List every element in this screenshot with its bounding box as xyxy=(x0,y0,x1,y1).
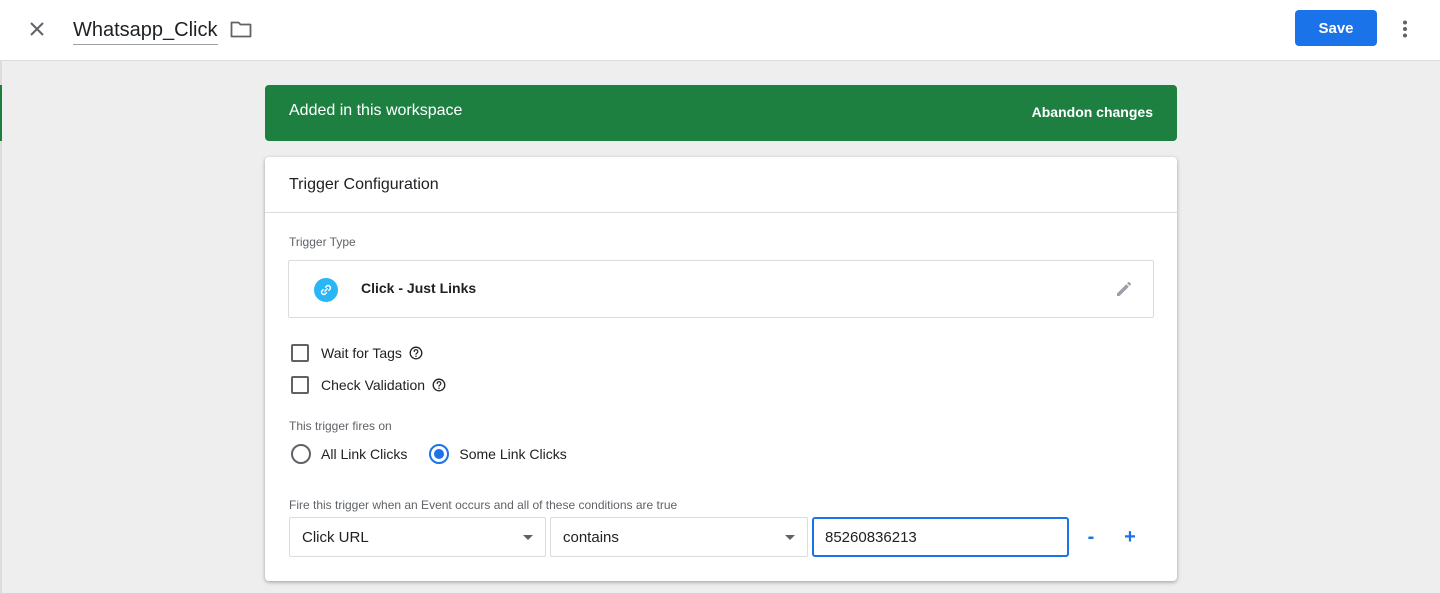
wait-for-tags-label[interactable]: Wait for Tags xyxy=(321,345,402,361)
card-title: Trigger Configuration xyxy=(265,157,1177,213)
conditions-label: Fire this trigger when an Event occurs a… xyxy=(289,498,678,512)
more-options-button[interactable] xyxy=(1392,16,1418,42)
close-icon xyxy=(30,22,44,36)
banner-text: Added in this workspace xyxy=(289,102,463,119)
fires-on-radio-group: All Link Clicks Some Link Clicks xyxy=(291,443,567,465)
left-panel-marker xyxy=(0,85,2,141)
wait-for-tags-checkbox[interactable] xyxy=(291,344,309,362)
workspace-status-banner: Added in this workspace Abandon changes xyxy=(265,85,1177,141)
condition-operator-select[interactable]: contains xyxy=(550,517,808,557)
folder-icon xyxy=(230,21,252,38)
link-icon xyxy=(314,278,338,302)
trigger-type-label: Trigger Type xyxy=(289,235,356,249)
all-link-clicks-option[interactable]: All Link Clicks xyxy=(291,444,407,464)
some-link-clicks-radio[interactable] xyxy=(429,444,450,464)
some-link-clicks-label[interactable]: Some Link Clicks xyxy=(459,446,566,462)
check-validation-label[interactable]: Check Validation xyxy=(321,377,425,393)
all-link-clicks-radio[interactable] xyxy=(291,444,311,464)
condition-variable-value: Click URL xyxy=(302,528,369,546)
condition-value-text: 85260836213 xyxy=(825,528,917,546)
close-button[interactable] xyxy=(22,14,52,44)
check-validation-option: Check Validation xyxy=(291,375,446,395)
trigger-type-selector[interactable]: Click - Just Links xyxy=(288,260,1154,318)
add-condition-button[interactable]: + xyxy=(1118,525,1142,549)
condition-value-input[interactable]: 85260836213 xyxy=(812,517,1069,557)
all-link-clicks-label[interactable]: All Link Clicks xyxy=(321,446,407,462)
abandon-changes-button[interactable]: Abandon changes xyxy=(1032,104,1153,120)
edit-icon[interactable] xyxy=(1113,278,1135,300)
wait-for-tags-option: Wait for Tags xyxy=(291,343,423,363)
check-validation-checkbox[interactable] xyxy=(291,376,309,394)
condition-operator-value: contains xyxy=(563,528,619,546)
remove-condition-button[interactable]: - xyxy=(1079,525,1103,549)
help-icon[interactable] xyxy=(432,378,446,392)
some-link-clicks-option[interactable]: Some Link Clicks xyxy=(429,444,567,464)
dropdown-arrow-icon xyxy=(523,535,533,540)
help-icon[interactable] xyxy=(409,346,423,360)
top-bar: Whatsapp_Click Save xyxy=(0,0,1440,61)
trigger-type-name: Click - Just Links xyxy=(361,280,477,296)
more-vert-icon xyxy=(1403,20,1407,38)
save-button[interactable]: Save xyxy=(1295,10,1377,46)
condition-variable-select[interactable]: Click URL xyxy=(289,517,546,557)
trigger-name-input[interactable]: Whatsapp_Click xyxy=(73,15,218,45)
folder-button[interactable] xyxy=(229,17,253,41)
dropdown-arrow-icon xyxy=(785,535,795,540)
fires-on-label: This trigger fires on xyxy=(289,419,392,433)
trigger-configuration-card: Trigger Configuration Trigger Type Click… xyxy=(265,157,1177,581)
